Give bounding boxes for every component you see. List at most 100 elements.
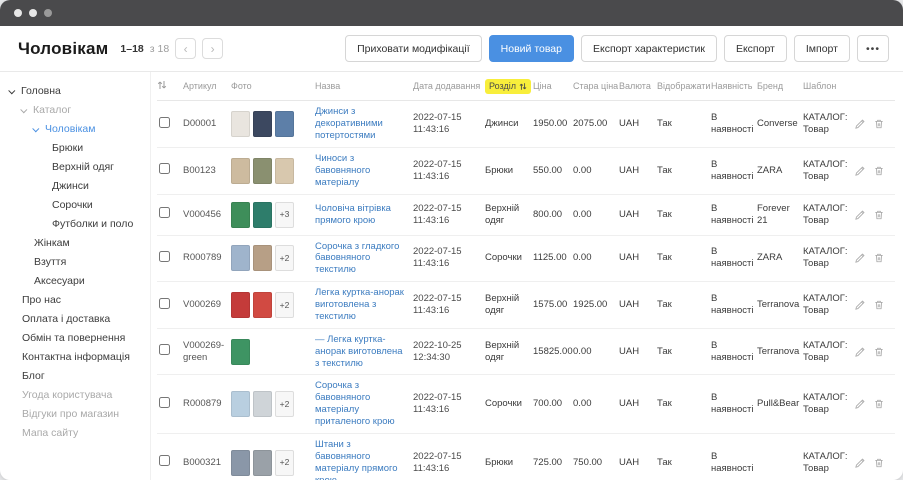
more-photos-badge[interactable]: +2	[275, 391, 294, 417]
row-sku: B000321	[183, 457, 231, 469]
sidebar-item-futbolky-y-polo[interactable]: Футболки и поло	[8, 215, 146, 234]
hide-modifications-button[interactable]: Приховати модифікації	[345, 35, 482, 62]
sidebar-item-obmin-ta-povernennia[interactable]: Обмін та повернення	[8, 329, 146, 348]
table-sort-icon[interactable]	[157, 80, 183, 93]
row-date: 2022-07-15	[413, 112, 479, 124]
delete-icon[interactable]	[873, 252, 885, 264]
new-product-button[interactable]: Новий товар	[489, 35, 574, 62]
delete-icon[interactable]	[873, 299, 885, 311]
window-control-dot-1[interactable]	[14, 9, 22, 17]
product-link[interactable]: Джинси з декоративними потертостями	[315, 106, 407, 142]
column-header-shablon[interactable]: Шаблон	[803, 81, 853, 92]
row-brand: Terranova	[757, 346, 803, 358]
row-checkbox[interactable]	[159, 251, 170, 262]
row-stock: В наявності	[711, 112, 757, 136]
sidebar-item-kataloh[interactable]: Каталог	[8, 101, 146, 120]
window-control-dot-3[interactable]	[44, 9, 52, 17]
more-photos-badge[interactable]: +2	[275, 245, 294, 271]
row-actions	[853, 252, 889, 264]
edit-icon[interactable]	[854, 346, 866, 358]
column-header-data-dodavannia[interactable]: Дата додавання	[413, 81, 485, 92]
row-checkbox[interactable]	[159, 117, 170, 128]
column-header-brend[interactable]: Бренд	[757, 81, 803, 92]
edit-icon[interactable]	[854, 118, 866, 130]
toolbar-actions: Приховати модифікації Новий товар Експор…	[345, 35, 889, 62]
row-checkbox[interactable]	[159, 298, 170, 309]
product-link[interactable]: Сорочка з гладкого бавовняного текстилю	[315, 241, 407, 277]
row-visible: Так	[657, 398, 711, 410]
delete-icon[interactable]	[873, 118, 885, 130]
column-header-rozdil[interactable]: Розділ	[485, 79, 533, 94]
sidebar-item-label: Сорочки	[52, 196, 93, 215]
more-photos-badge[interactable]: +3	[275, 202, 294, 228]
product-link[interactable]: — Легка куртка-анорак виготовлена з текс…	[315, 334, 407, 370]
row-template-type: КАТАЛОГ: Товар	[803, 340, 853, 364]
row-sku: D00001	[183, 118, 231, 130]
row-old-price: 0.00	[573, 252, 619, 264]
table-row: V000456 +3 Чоловіча вітрівка прямого кро…	[157, 195, 895, 236]
product-link[interactable]: Легка куртка-анорак виготовлена з тексти…	[315, 287, 407, 323]
sidebar-item-label: Джинси	[52, 177, 89, 196]
row-brand: Forever 21	[757, 203, 803, 227]
more-photos-badge[interactable]: +2	[275, 450, 294, 476]
edit-icon[interactable]	[854, 457, 866, 469]
sidebar-item-vidhuky-pro-mahazyn[interactable]: Відгуки про магазин	[8, 405, 146, 424]
sorted-column-highlight: Розділ	[485, 79, 531, 94]
sidebar-item-verkhnii-odiah[interactable]: Верхній одяг	[8, 158, 146, 177]
row-stock: В наявності	[711, 203, 757, 227]
product-link[interactable]: Чоловіча вітрівка прямого крою	[315, 203, 407, 227]
row-checkbox[interactable]	[159, 163, 170, 174]
product-link[interactable]: Сорочка з бавовняного матеріалу притален…	[315, 380, 407, 428]
row-photos: +2	[231, 450, 315, 476]
sidebar-item-dzhynsy[interactable]: Джинси	[8, 177, 146, 196]
more-photos-badge[interactable]: +2	[275, 292, 294, 318]
row-checkbox[interactable]	[159, 344, 170, 355]
row-actions	[853, 457, 889, 469]
pagination-prev-button[interactable]: ‹	[175, 38, 196, 59]
row-checkbox[interactable]	[159, 397, 170, 408]
sidebar-item-holovna[interactable]: Головна	[8, 82, 146, 101]
sidebar-item-sorochky[interactable]: Сорочки	[8, 196, 146, 215]
sidebar-item-oplata-i-dostavka[interactable]: Оплата і доставка	[8, 310, 146, 329]
sidebar-item-kontaktna-informatsiia[interactable]: Контактна інформація	[8, 348, 146, 367]
edit-icon[interactable]	[854, 398, 866, 410]
column-header-artykul[interactable]: Артикул	[183, 81, 231, 92]
column-header-tsina[interactable]: Ціна	[533, 81, 573, 92]
edit-icon[interactable]	[854, 252, 866, 264]
column-header-stara-tsina[interactable]: Стара ціна	[573, 81, 619, 92]
window-control-dot-2[interactable]	[29, 9, 37, 17]
sidebar-item-vzuttia[interactable]: Взуття	[8, 253, 146, 272]
column-header-valiuta[interactable]: Валюта	[619, 81, 657, 92]
sidebar-item-cholovikam[interactable]: Чоловікам	[8, 120, 146, 139]
sidebar-item-bloh[interactable]: Блог	[8, 367, 146, 386]
delete-icon[interactable]	[873, 165, 885, 177]
more-actions-button[interactable]: •••	[857, 35, 889, 62]
row-checkbox[interactable]	[159, 207, 170, 218]
edit-icon[interactable]	[854, 165, 866, 177]
column-header-naiavnist[interactable]: Наявність	[711, 81, 757, 92]
column-header-nazva[interactable]: Назва	[315, 81, 413, 92]
sidebar-item-pro-nas[interactable]: Про нас	[8, 291, 146, 310]
sidebar-item-mapa-saitu[interactable]: Мапа сайту	[8, 424, 146, 443]
sidebar-item-zhinkam[interactable]: Жінкам	[8, 234, 146, 253]
export-button[interactable]: Експорт	[724, 35, 787, 62]
delete-icon[interactable]	[873, 346, 885, 358]
export-characteristics-button[interactable]: Експорт характеристик	[581, 35, 717, 62]
import-button[interactable]: Імпорт	[794, 35, 850, 62]
product-link[interactable]: Штани з бавовняного матеріалу прямого кр…	[315, 439, 407, 480]
delete-icon[interactable]	[873, 398, 885, 410]
column-header-vidobrazhaty[interactable]: Відображати	[657, 81, 711, 92]
product-thumb	[253, 158, 272, 184]
edit-icon[interactable]	[854, 209, 866, 221]
delete-icon[interactable]	[873, 209, 885, 221]
product-link[interactable]: Чиноси з бавовняного матеріалу	[315, 153, 407, 189]
sidebar-item-bryuky[interactable]: Брюки	[8, 139, 146, 158]
row-brand: Converse	[757, 118, 803, 130]
sidebar-item-aksesuary[interactable]: Аксесуари	[8, 272, 146, 291]
delete-icon[interactable]	[873, 457, 885, 469]
sidebar-item-uhoda-korystuvacha[interactable]: Угода користувача	[8, 386, 146, 405]
edit-icon[interactable]	[854, 299, 866, 311]
pagination-next-button[interactable]: ›	[202, 38, 223, 59]
column-header-foto[interactable]: Фото	[231, 81, 315, 92]
row-checkbox[interactable]	[159, 455, 170, 466]
